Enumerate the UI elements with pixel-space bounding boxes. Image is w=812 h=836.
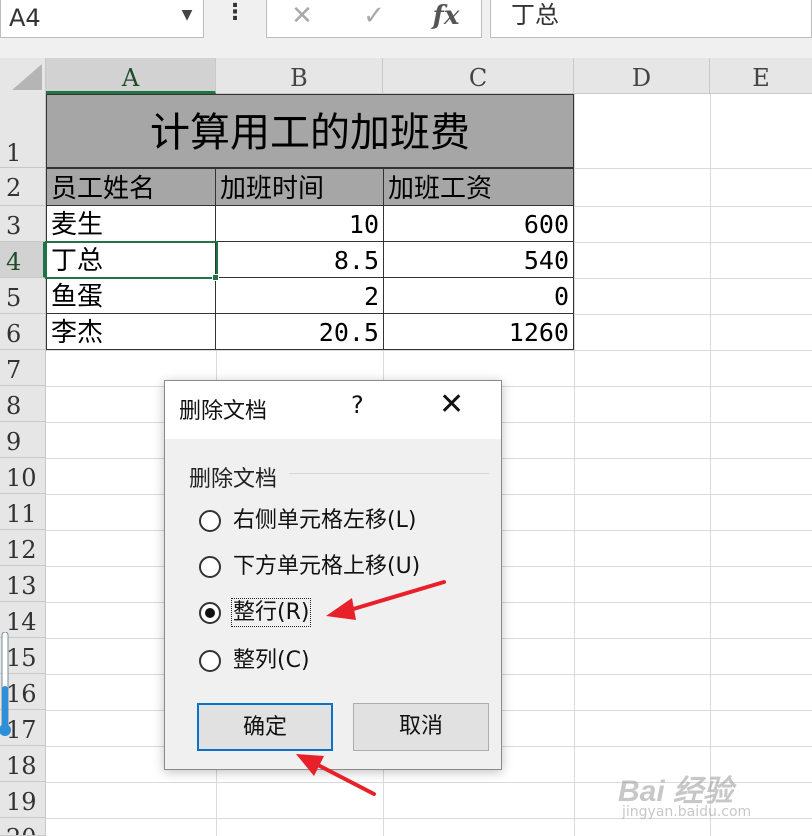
arrow-to-ok-button [296,754,376,796]
watermark: Bai 经验 jingyan.baidu.com [618,766,808,828]
annotation-arrows [296,580,446,796]
arrow-to-row-option [326,580,446,620]
watermark-url: jingyan.baidu.com [622,804,752,820]
